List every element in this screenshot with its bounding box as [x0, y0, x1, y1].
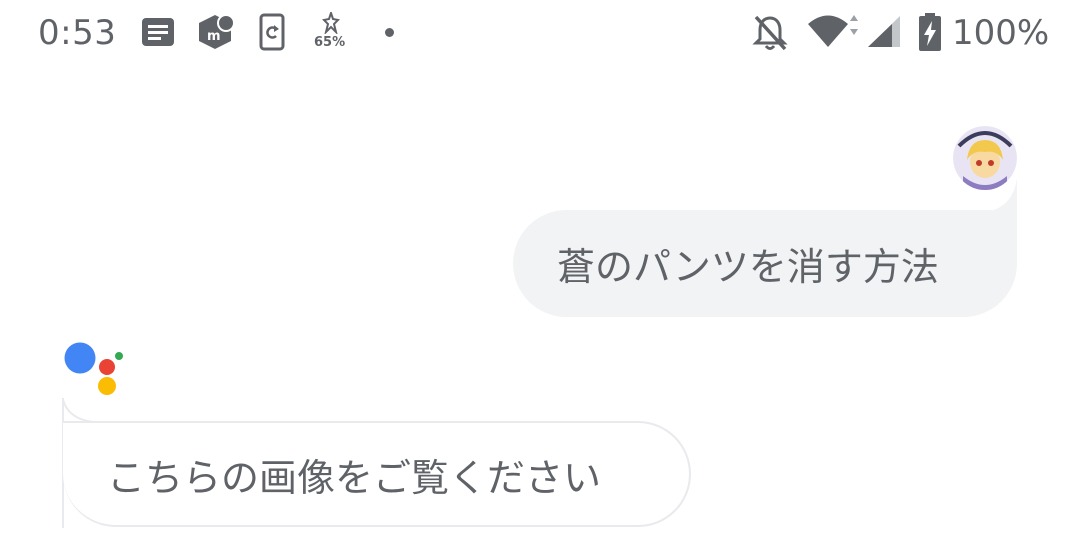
do-not-disturb-icon: [752, 15, 788, 51]
small-battery-percent: 65%: [314, 35, 346, 50]
user-bubble-tail: [985, 178, 1017, 212]
battery-charging-icon: [919, 13, 941, 51]
signal-icon: [868, 16, 900, 47]
google-assistant-icon: [64, 342, 123, 395]
user-message-bubble: 蒼のパンツを消す方法: [513, 210, 1017, 317]
svg-text:m: m: [207, 29, 221, 44]
battery-saver-icon: [322, 12, 340, 34]
notes-icon: [142, 18, 174, 46]
assistant-message-bubble: こちらの画像をご覧ください: [63, 421, 691, 527]
sync-icon: [259, 13, 285, 51]
wifi-icon: [808, 15, 858, 47]
assistant-message-text: こちらの画像をご覧ください: [107, 455, 602, 500]
user-message-text: 蒼のパンツを消す方法: [557, 245, 939, 289]
status-time: 0:53: [38, 13, 117, 53]
status-bar: 0:53 m 65% 100%: [0, 0, 1080, 70]
mercari-icon: m: [199, 14, 235, 49]
battery-percent: 100%: [952, 13, 1050, 53]
notification-dot: [385, 28, 394, 37]
